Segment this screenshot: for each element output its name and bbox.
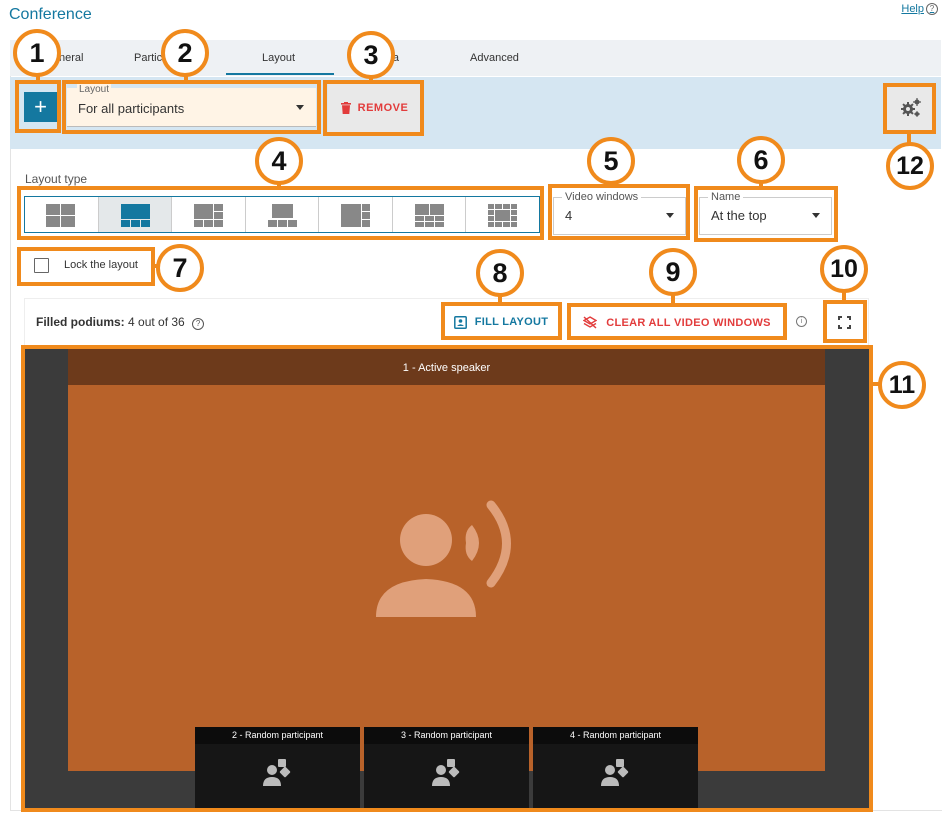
- help-question-icon[interactable]: ?: [926, 3, 938, 15]
- callout-frame-6: [694, 186, 838, 242]
- callout-number-10: 10: [820, 245, 868, 293]
- callout-number-12: 12: [886, 142, 934, 190]
- callout-frame-4: [17, 186, 544, 240]
- tab-bar: neral Partic Layout lia Advanced: [10, 40, 941, 76]
- callout-frame-7: [17, 247, 155, 286]
- filled-podiums-value: 4 out of 36: [128, 315, 185, 329]
- callout-number-8: 8: [476, 249, 524, 297]
- filled-podiums: Filled podiums: 4 out of 36 ?: [36, 315, 205, 330]
- callout-frame-3: [323, 80, 424, 136]
- callout-number-3: 3: [347, 31, 395, 79]
- active-tab-indicator: [226, 73, 334, 75]
- callout-number-1: 1: [13, 29, 61, 77]
- help-link[interactable]: Help ?: [901, 3, 938, 15]
- callout-number-6: 6: [737, 136, 785, 184]
- callout-frame-12: [883, 83, 936, 134]
- callout-frame-10: [823, 300, 867, 343]
- callout-number-11: 11: [878, 361, 926, 409]
- tab-advanced[interactable]: Advanced: [470, 52, 519, 64]
- callout-stem-10: [842, 292, 846, 302]
- callout-frame-8: [441, 302, 562, 340]
- tab-participants[interactable]: Partic: [134, 52, 162, 64]
- layout-type-label: Layout type: [25, 172, 88, 186]
- callout-frame-1: [15, 80, 61, 133]
- callout-number-7: 7: [156, 244, 204, 292]
- info-icon[interactable]: i: [796, 316, 807, 327]
- tab-layout[interactable]: Layout: [262, 52, 295, 64]
- filled-podiums-label: Filled podiums:: [36, 315, 125, 329]
- callout-number-4: 4: [255, 137, 303, 185]
- app-title: Conference: [9, 6, 92, 23]
- help-label[interactable]: Help: [901, 3, 924, 15]
- callout-frame-9: [567, 303, 787, 340]
- callout-frame-11: [21, 345, 873, 812]
- callout-frame-5: [548, 184, 690, 240]
- callout-number-9: 9: [649, 248, 697, 296]
- callout-number-5: 5: [587, 137, 635, 185]
- help-circle-icon[interactable]: ?: [192, 318, 205, 330]
- callout-frame-2: [62, 80, 321, 134]
- callout-number-2: 2: [161, 29, 209, 77]
- tab-general[interactable]: neral: [59, 52, 83, 64]
